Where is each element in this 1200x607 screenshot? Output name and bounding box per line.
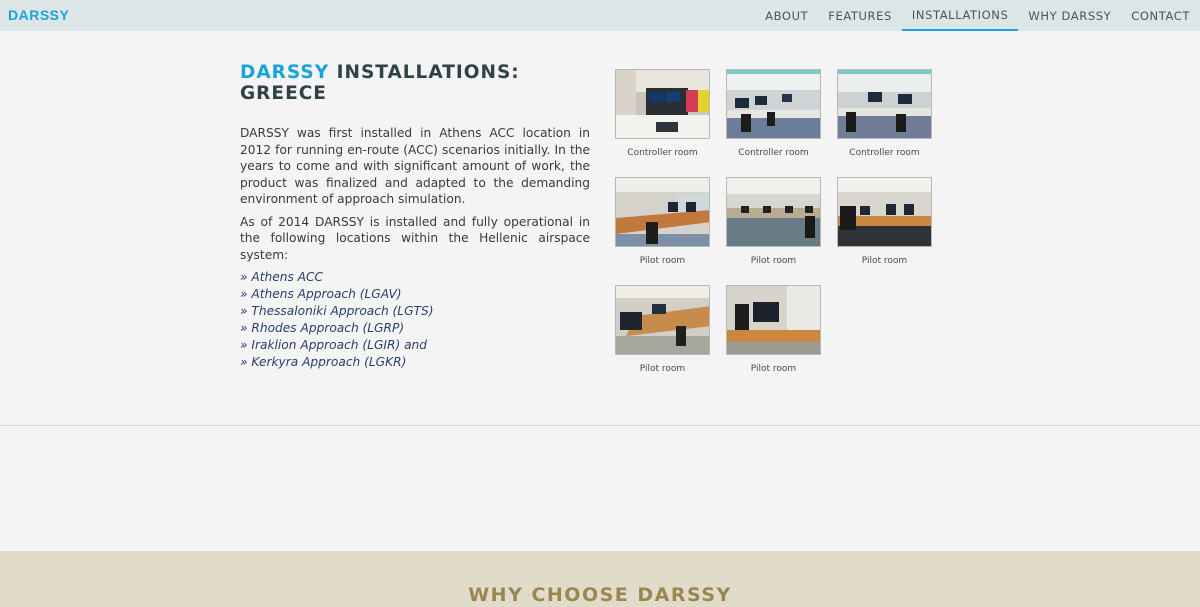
title-accent: DARSSY <box>240 62 330 83</box>
nav-installations[interactable]: INSTALLATIONS <box>901 0 1019 31</box>
photo-caption: Controller room <box>627 148 698 158</box>
photo-caption: Pilot room <box>861 256 908 266</box>
photo-caption: Pilot room <box>639 364 686 374</box>
photo-caption: Controller room <box>849 148 920 158</box>
gallery-item[interactable]: Pilot room <box>615 177 710 266</box>
brand-logo[interactable]: DARSSY <box>8 7 69 23</box>
top-navbar: DARSSY ABOUT FEATURES INSTALLATIONS WHY … <box>0 0 1200 31</box>
why-choose-title: WHY CHOOSE DARSSY <box>468 584 732 606</box>
pilot-room-photo[interactable] <box>726 177 821 247</box>
page-title: DARSSY INSTALLATIONS: GREECE <box>240 62 590 104</box>
controller-room-photo[interactable] <box>837 69 932 139</box>
location-item: » Athens ACC <box>240 270 324 284</box>
pilot-room-photo[interactable] <box>837 177 932 247</box>
photo-caption: Pilot room <box>639 256 686 266</box>
gallery-item[interactable]: Pilot room <box>837 177 932 266</box>
location-item: » Iraklion Approach (LGIR) and <box>240 338 428 352</box>
gallery-item[interactable]: Pilot room <box>726 177 821 266</box>
photo-caption: Controller room <box>738 148 809 158</box>
location-item: » Kerkyra Approach (LGKR) <box>240 355 407 369</box>
location-item: » Athens Approach (LGAV) <box>240 287 402 301</box>
pilot-room-photo[interactable] <box>615 285 710 355</box>
locations-list: » Athens ACC » Athens Approach (LGAV) » … <box>240 269 590 371</box>
section-divider <box>0 425 1200 426</box>
installations-section: DARSSY INSTALLATIONS: GREECE DARSSY was … <box>240 62 590 371</box>
gallery-item[interactable]: Pilot room <box>726 285 821 374</box>
why-choose-section: WHY CHOOSE DARSSY <box>0 551 1200 607</box>
gallery-item[interactable]: Controller room <box>837 69 932 158</box>
photo-caption: Pilot room <box>750 364 797 374</box>
pilot-room-photo[interactable] <box>615 177 710 247</box>
nav-menu: ABOUT FEATURES INSTALLATIONS WHY DARSSY … <box>755 0 1200 31</box>
status-paragraph: As of 2014 DARSSY is installed and fully… <box>240 214 590 262</box>
photo-caption: Pilot room <box>750 256 797 266</box>
gallery-item[interactable]: Pilot room <box>615 285 710 374</box>
nav-about[interactable]: ABOUT <box>755 0 818 31</box>
intro-paragraph: DARSSY was first installed in Athens ACC… <box>240 126 590 206</box>
pilot-room-photo[interactable] <box>726 285 821 355</box>
nav-features[interactable]: FEATURES <box>818 0 902 31</box>
controller-room-photo[interactable] <box>615 69 710 139</box>
nav-why-darssy[interactable]: WHY DARSSY <box>1018 0 1121 31</box>
controller-room-photo[interactable] <box>726 69 821 139</box>
nav-contact[interactable]: CONTACT <box>1121 0 1200 31</box>
gallery-item[interactable]: Controller room <box>726 69 821 158</box>
location-item: » Rhodes Approach (LGRP) <box>240 321 405 335</box>
gallery-item[interactable]: Controller room <box>615 69 710 158</box>
location-item: » Thessaloniki Approach (LGTS) <box>240 304 434 318</box>
